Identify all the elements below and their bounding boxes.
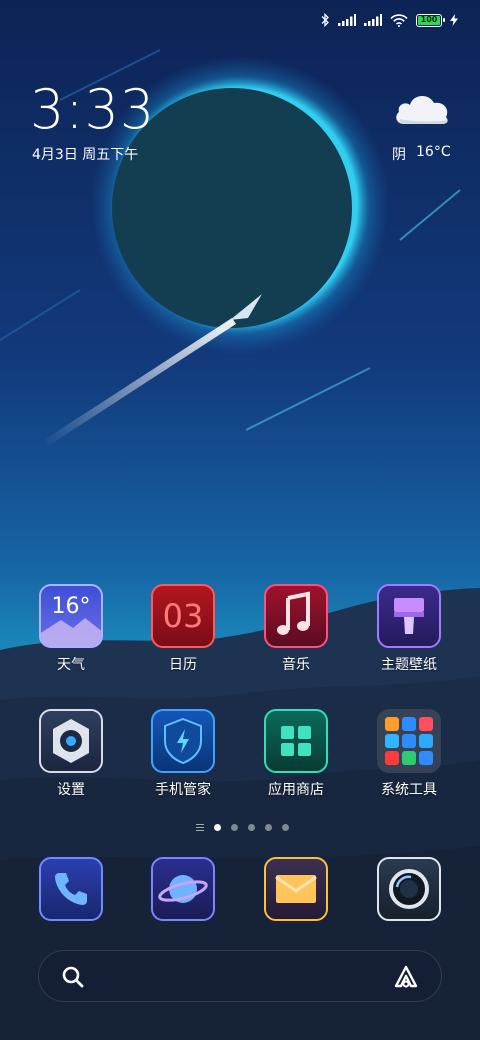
calendar-app-icon: 03	[151, 584, 215, 648]
app-label: 设置	[57, 782, 85, 798]
messages-app-icon	[264, 857, 328, 921]
app-weather[interactable]: 16° 天气	[21, 584, 121, 674]
search-bar[interactable]	[38, 950, 442, 1002]
app-calendar[interactable]: 03 日历	[133, 584, 233, 674]
search-icon[interactable]	[61, 965, 85, 993]
cloud-icon[interactable]	[392, 86, 452, 128]
assistant-icon[interactable]	[393, 964, 419, 994]
security-app-icon	[151, 709, 215, 773]
app-label: 系统工具	[381, 782, 437, 798]
clock-time[interactable]: 3:33	[30, 80, 155, 140]
camera-app-icon	[377, 857, 441, 921]
weather-condition: 阴	[392, 147, 406, 163]
app-security[interactable]: 手机管家	[133, 709, 233, 799]
bluetooth-icon	[320, 13, 330, 27]
battery-level-text: 100	[420, 14, 438, 24]
menu-lines-icon	[196, 824, 204, 831]
page-indicator[interactable]	[196, 824, 289, 831]
app-music[interactable]: 音乐	[246, 584, 346, 674]
folder-icon	[377, 709, 441, 773]
app-themes[interactable]: 主题壁纸	[359, 584, 459, 674]
app-store[interactable]: 应用商店	[246, 709, 346, 799]
calendar-app-day: 03	[162, 597, 204, 635]
dock-phone[interactable]	[21, 857, 121, 921]
charging-icon	[450, 14, 458, 26]
dock-messages[interactable]	[246, 857, 346, 921]
music-app-icon	[264, 584, 328, 648]
app-settings[interactable]: 设置	[21, 709, 121, 799]
wifi-icon	[390, 13, 408, 27]
page-dot[interactable]	[231, 824, 238, 831]
app-label: 日历	[169, 657, 197, 673]
phone-app-icon	[39, 857, 103, 921]
dock-browser[interactable]	[133, 857, 233, 921]
status-bar: 100	[320, 10, 458, 30]
search-input[interactable]	[99, 961, 381, 993]
clock-date[interactable]: 4月3日 周五下午	[32, 144, 138, 164]
dock-camera[interactable]	[359, 857, 459, 921]
app-label: 音乐	[282, 657, 310, 673]
battery-icon: 100	[416, 13, 445, 27]
weather-app-temp: 16°	[51, 594, 91, 619]
weather-app-icon: 16°	[39, 584, 103, 648]
browser-app-icon	[151, 857, 215, 921]
page-dot[interactable]	[282, 824, 289, 831]
weather-temperature: 16°C	[416, 144, 451, 160]
settings-app-icon	[39, 709, 103, 773]
app-store-icon	[264, 709, 328, 773]
app-label: 主题壁纸	[381, 657, 437, 673]
weather-summary[interactable]: 阴 16°C	[392, 144, 451, 164]
app-label: 天气	[57, 657, 85, 673]
app-label: 应用商店	[268, 782, 324, 798]
app-label: 手机管家	[155, 782, 211, 798]
page-dot[interactable]	[214, 824, 221, 831]
signal-icon	[364, 14, 382, 26]
page-dot[interactable]	[265, 824, 272, 831]
signal-icon	[338, 14, 356, 26]
page-dot[interactable]	[248, 824, 255, 831]
app-folder-tools[interactable]: 系统工具	[359, 709, 459, 799]
themes-app-icon	[377, 584, 441, 648]
